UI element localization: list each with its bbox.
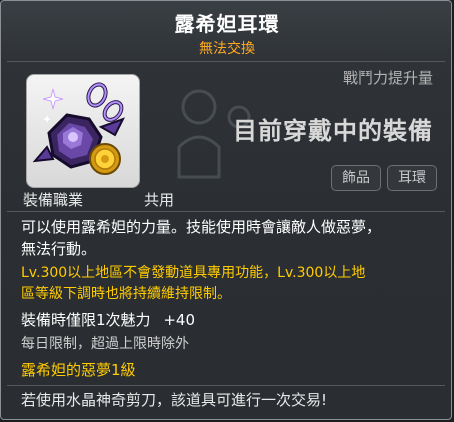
item-tooltip: 露希妲耳環 無法交換 戰鬥力提升量 目前穿戴中的裝備 飾品 耳環 裝備職業 共用… <box>0 0 452 420</box>
divider <box>7 61 445 62</box>
divider <box>7 211 445 212</box>
trade-status: 無法交換 <box>199 41 255 57</box>
charm-limit-label: 裝備時僅限1次魅力 <box>21 311 151 329</box>
earring-icon <box>32 82 126 175</box>
trade-scissors-note: 若使用水晶神奇剪刀，該道具可進行一次交易! <box>21 391 328 409</box>
item-tags: 飾品 耳環 <box>331 165 437 191</box>
level-restriction-note: Lv.300以上地區不會發動道具專用功能，Lv.300以上地 區等級下調時也將持… <box>21 263 441 305</box>
item-description: 可以使用露希妲的力量。技能使用時會讓敵人做惡夢， 無法行動。 <box>21 216 441 260</box>
power-change-label: 戰鬥力提升量 <box>342 69 433 87</box>
divider <box>7 385 445 386</box>
job-value: 共用 <box>144 191 175 209</box>
job-label: 裝備職業 <box>23 191 84 209</box>
tag-accessory: 飾品 <box>331 165 381 191</box>
tag-earring: 耳環 <box>387 165 437 191</box>
daily-limit-note: 每日限制，超過上限時除外 <box>21 336 189 352</box>
equipped-status: 目前穿戴中的裝備 <box>233 117 433 145</box>
set-effect-title: 露希妲的惡夢1級 <box>21 361 136 379</box>
restriction-line: 區等級下調時也將持續維持限制。 <box>21 286 231 302</box>
item-icon-frame <box>26 74 140 188</box>
restriction-line: Lv.300以上地區不會發動道具專用功能，Lv.300以上地 <box>21 265 366 281</box>
description-line: 可以使用露希妲的力量。技能使用時會讓敵人做惡夢， <box>21 218 382 236</box>
description-line: 無法行動。 <box>21 240 97 258</box>
item-name: 露希妲耳環 <box>174 12 280 36</box>
charm-limit: 裝備時僅限1次魅力 +40 <box>21 309 195 330</box>
charm-limit-value: +40 <box>163 311 195 329</box>
